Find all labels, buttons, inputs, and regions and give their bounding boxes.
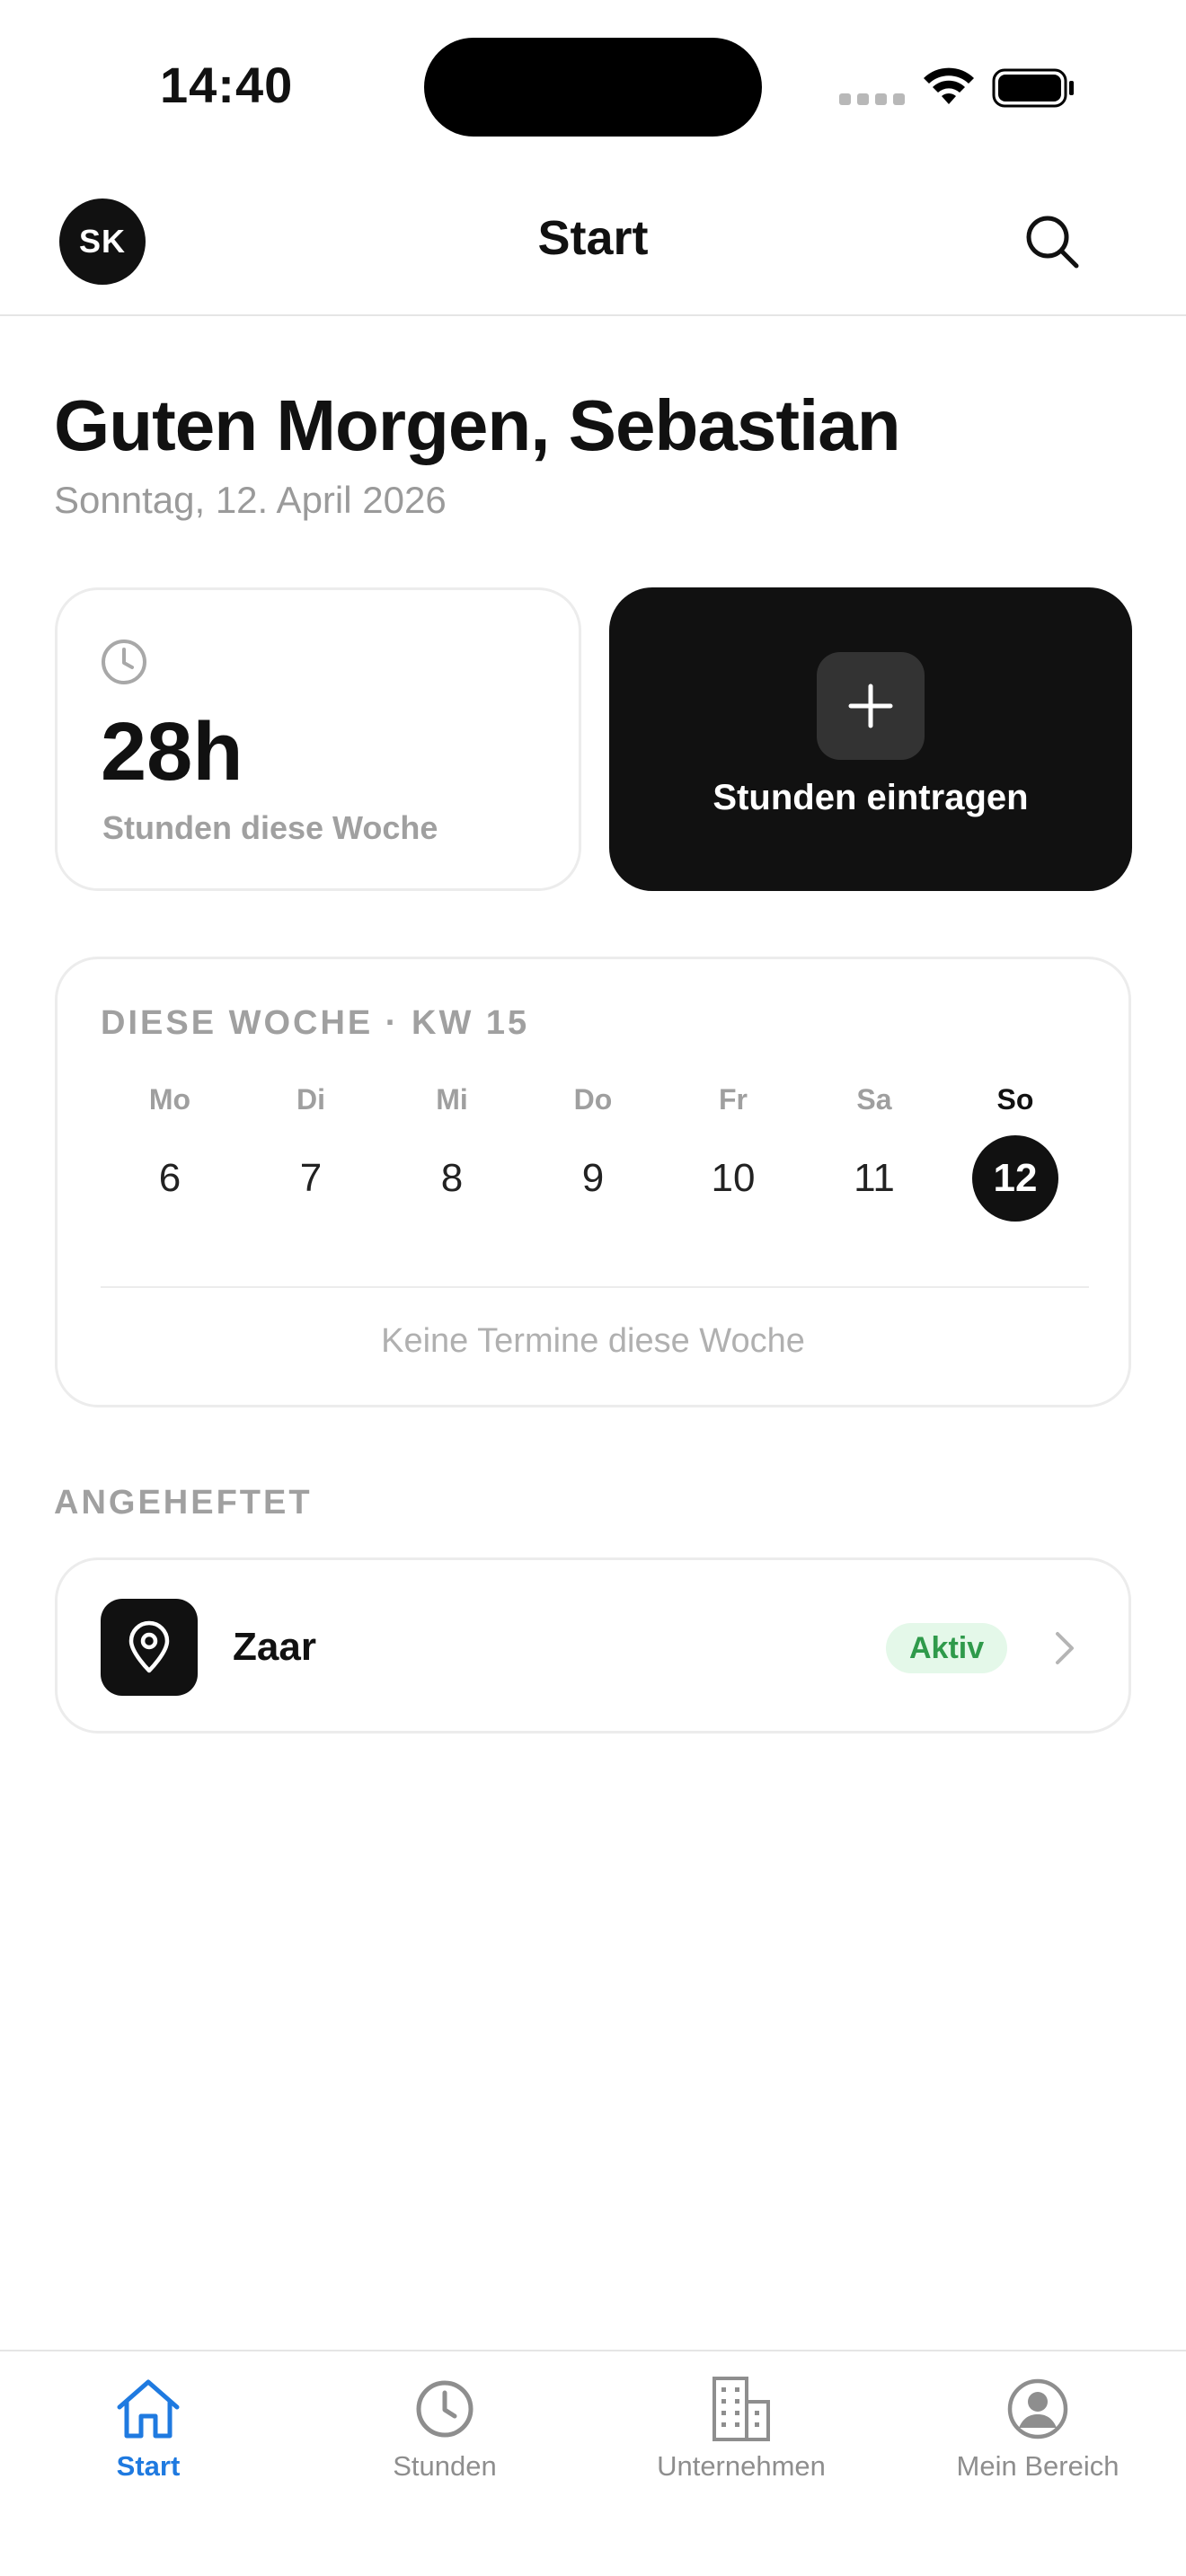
day-name: Di [296,1083,325,1116]
battery-icon [992,68,1074,108]
day-name: Fr [719,1083,748,1116]
status-icons [839,65,1082,108]
day-number: 12 [972,1135,1058,1222]
pinned-item[interactable]: Zaar Aktiv [55,1557,1131,1734]
day-number: 9 [581,1156,605,1200]
page-title: Start [537,211,649,265]
day-name: Mi [436,1083,468,1116]
day-monday[interactable]: Mo 6 [116,1080,224,1222]
add-hours-plus [817,652,925,760]
tab-label: Unternehmen [657,2450,826,2482]
clock-icon [416,2380,474,2438]
search-button[interactable] [1021,210,1085,275]
pinned-item-name: Zaar [233,1625,316,1669]
week-header: DIESE WOCHE · KW 15 [101,1004,530,1042]
day-name: Mo [148,1083,191,1116]
profile-icon [1007,2378,1068,2439]
search-icon [1026,216,1079,269]
day-number: 8 [440,1156,464,1200]
greeting-headline: Guten Morgen, Sebastian [54,385,901,465]
tab-stunden[interactable]: Stunden [296,2375,593,2483]
tab-bar: Start Stunden Unternehmen Mein Bereich [0,2350,1186,2576]
week-empty-state: Keine Termine diese Woche [381,1322,805,1360]
day-tuesday[interactable]: Di 7 [257,1080,365,1222]
status-time: 14:40 [160,57,294,113]
tab-unternehmen[interactable]: Unternehmen [593,2375,890,2483]
add-hours-label: Stunden eintragen [712,778,1029,817]
day-number: 11 [854,1156,895,1200]
day-wednesday[interactable]: Mi 8 [398,1080,506,1222]
status-badge: Aktiv [886,1623,1008,1673]
status-bar: 14:40 [0,0,1186,171]
tab-start[interactable]: Start [0,2375,296,2483]
plus-icon [848,684,893,728]
day-name: Sa [856,1083,892,1116]
dynamic-island [424,38,762,137]
weekly-hours-value: 28h [101,706,243,798]
weekly-hours-card[interactable]: 28h Stunden diese Woche [55,587,581,891]
wifi-icon [924,67,974,104]
pinned-item-icon [101,1599,198,1696]
chevron-right-icon [1056,1632,1074,1664]
week-card: DIESE WOCHE · KW 15 Mo 6 Di 7 Mi 8 Do 9 … [55,957,1131,1407]
day-name: Do [573,1083,613,1116]
home-icon [117,2379,180,2439]
day-number: 6 [158,1156,181,1200]
nav-bar: SK Start [0,171,1186,316]
clock-icon [102,640,146,684]
tab-mein-bereich[interactable]: Mein Bereich [890,2375,1186,2483]
current-date: Sonntag, 12. April 2026 [54,479,447,521]
building-icon [712,2377,770,2441]
day-thursday[interactable]: Do 9 [539,1080,647,1222]
tab-label: Stunden [393,2450,497,2482]
day-saturday[interactable]: Sa 11 [820,1080,928,1222]
location-pin-icon [128,1620,170,1673]
divider [101,1286,1089,1288]
weekly-hours-label: Stunden diese Woche [102,809,438,846]
tab-label: Mein Bereich [956,2450,1120,2482]
add-hours-button[interactable]: Stunden eintragen [609,587,1132,891]
day-number: 10 [711,1156,756,1200]
pinned-section-header: ANGEHEFTET [54,1484,313,1522]
day-friday[interactable]: Fr 10 [679,1080,787,1222]
cellular-signal-icon [839,93,911,110]
tab-label: Start [116,2450,181,2482]
day-name: So [996,1083,1034,1116]
day-sunday-today[interactable]: So 12 [961,1080,1069,1222]
day-number: 7 [299,1156,323,1200]
